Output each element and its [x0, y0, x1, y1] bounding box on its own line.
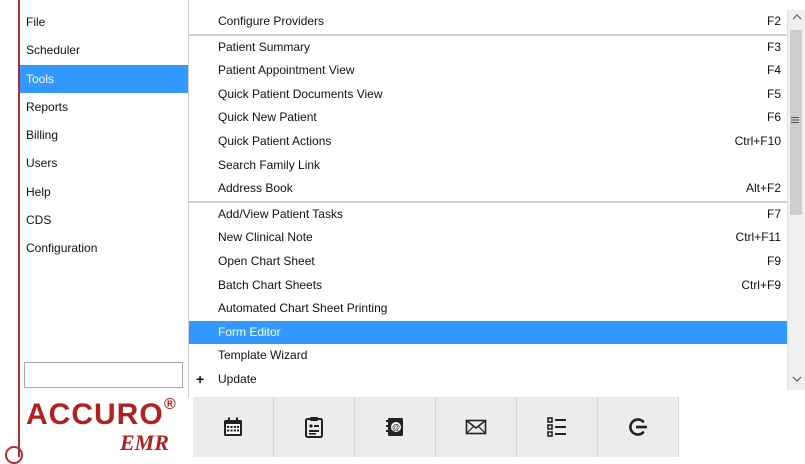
menu-row-automated-chart-sheet-printing[interactable]: Automated Chart Sheet Printing: [189, 297, 787, 321]
menu-row-label: Patient Summary: [218, 39, 311, 54]
tools-submenu: Configure Providers F2 Patient Summary F…: [189, 10, 787, 392]
menu-row-patient-appointment-view[interactable]: Patient Appointment View F4: [189, 59, 787, 83]
address-book-icon: @: [386, 418, 403, 436]
menu-item-cds[interactable]: CDS: [20, 206, 188, 234]
patient-chart-icon: [305, 417, 323, 438]
patient-chart-button[interactable]: [274, 397, 355, 457]
menu-row-shortcut: F9: [766, 253, 781, 268]
scrollbar-grip-icon: [791, 117, 799, 123]
menu-item-users[interactable]: Users: [20, 149, 188, 177]
menu-row-add-view-patient-tasks[interactable]: Add/View Patient Tasks F7: [189, 203, 787, 227]
menu-row-shortcut: Ctrl+F9: [741, 277, 781, 292]
menu-item-help[interactable]: Help: [20, 178, 188, 206]
menu-row-label: Open Chart Sheet: [218, 253, 315, 268]
menu-item-reports[interactable]: Reports: [20, 93, 188, 121]
menu-row-label: Quick Patient Actions: [218, 133, 332, 148]
menu-row-update[interactable]: + Update: [189, 368, 787, 392]
menu-row-label: Form Editor: [218, 324, 281, 339]
menu-item-billing[interactable]: Billing: [20, 121, 188, 149]
menu-row-label: Automated Chart Sheet Printing: [218, 301, 388, 316]
svg-text:@: @: [392, 423, 400, 432]
main-menu: File Scheduler Tools Reports Billing Use…: [20, 8, 188, 263]
menu-item-tools[interactable]: Tools: [20, 64, 188, 93]
menu-row-shortcut: Alt+F2: [745, 181, 781, 196]
menu-row-batch-chart-sheets[interactable]: Batch Chart Sheets Ctrl+F9: [189, 274, 787, 298]
menu-row-open-chart-sheet[interactable]: Open Chart Sheet F9: [189, 250, 787, 274]
window-left-edge: [0, 0, 18, 457]
menu-row-label: Batch Chart Sheets: [218, 277, 323, 292]
scrollbar-thumb[interactable]: [790, 30, 802, 215]
menu-row-form-editor[interactable]: Form Editor: [189, 320, 787, 345]
menu-row-quick-patient-documents-view[interactable]: Quick Patient Documents View F5: [189, 83, 787, 107]
menu-row-shortcut: Ctrl+F11: [735, 230, 781, 245]
scroll-down-arrow-icon[interactable]: [788, 372, 805, 390]
quick-launch-toolbar: @: [193, 397, 679, 457]
scroll-up-arrow-icon[interactable]: [788, 10, 805, 28]
logout-button[interactable]: [598, 397, 679, 457]
menu-row-label: Quick New Patient: [218, 110, 317, 125]
messages-button[interactable]: [436, 397, 517, 457]
menu-row-patient-summary[interactable]: Patient Summary F3: [189, 36, 787, 60]
menu-row-label: Update: [218, 371, 257, 386]
menu-item-configuration[interactable]: Configuration: [20, 234, 188, 262]
scheduler-calendar-icon: [224, 417, 242, 436]
menu-row-shortcut: F6: [766, 110, 781, 125]
logo-registered-mark: ®: [164, 396, 176, 413]
messages-envelope-icon: [465, 419, 487, 435]
menu-row-configure-providers[interactable]: Configure Providers F2: [189, 10, 787, 34]
task-list-icon: [547, 417, 566, 437]
menu-row-label: Template Wizard: [218, 348, 308, 363]
menu-row-shortcut: F3: [766, 39, 781, 54]
menu-row-label: Address Book: [218, 181, 293, 196]
menu-row-search-family-link[interactable]: Search Family Link: [189, 154, 787, 178]
menu-row-label: Add/View Patient Tasks: [218, 206, 343, 221]
menu-row-shortcut: F7: [766, 206, 781, 221]
menu-row-quick-patient-actions[interactable]: Quick Patient Actions Ctrl+F10: [189, 130, 787, 154]
logout-icon: [629, 418, 647, 436]
menu-row-quick-new-patient[interactable]: Quick New Patient F6: [189, 106, 787, 130]
logo-ring-icon: [5, 446, 23, 464]
menu-item-scheduler[interactable]: Scheduler: [20, 36, 188, 64]
menu-search-input[interactable]: [24, 362, 183, 388]
task-list-button[interactable]: [517, 397, 598, 457]
menu-row-label: New Clinical Note: [218, 230, 313, 245]
logo-wordmark: ACCURO: [26, 398, 164, 431]
menu-row-new-clinical-note[interactable]: New Clinical Note Ctrl+F11: [189, 226, 787, 250]
scheduler-button[interactable]: [193, 397, 274, 457]
menu-row-label: Configure Providers: [218, 14, 325, 28]
expand-plus-icon[interactable]: +: [196, 368, 204, 392]
menu-row-label: Search Family Link: [218, 157, 321, 172]
address-book-button[interactable]: @: [355, 397, 436, 457]
accuro-emr-logo: ACCURO ® EMR: [5, 396, 190, 464]
logo-subtitle: EMR: [120, 430, 169, 455]
menu-row-shortcut: F2: [766, 14, 781, 28]
menu-row-address-book[interactable]: Address Book Alt+F2: [189, 177, 787, 201]
menu-row-shortcut: Ctrl+F10: [734, 133, 781, 148]
menu-row-label: Quick Patient Documents View: [218, 86, 383, 101]
menu-row-shortcut: F4: [766, 63, 781, 78]
menu-row-label: Patient Appointment View: [218, 63, 355, 78]
menu-scrollbar[interactable]: [787, 10, 805, 390]
menu-row-shortcut: F5: [766, 86, 781, 101]
menu-item-file[interactable]: File: [20, 8, 188, 36]
menu-row-template-wizard[interactable]: Template Wizard: [189, 344, 787, 368]
